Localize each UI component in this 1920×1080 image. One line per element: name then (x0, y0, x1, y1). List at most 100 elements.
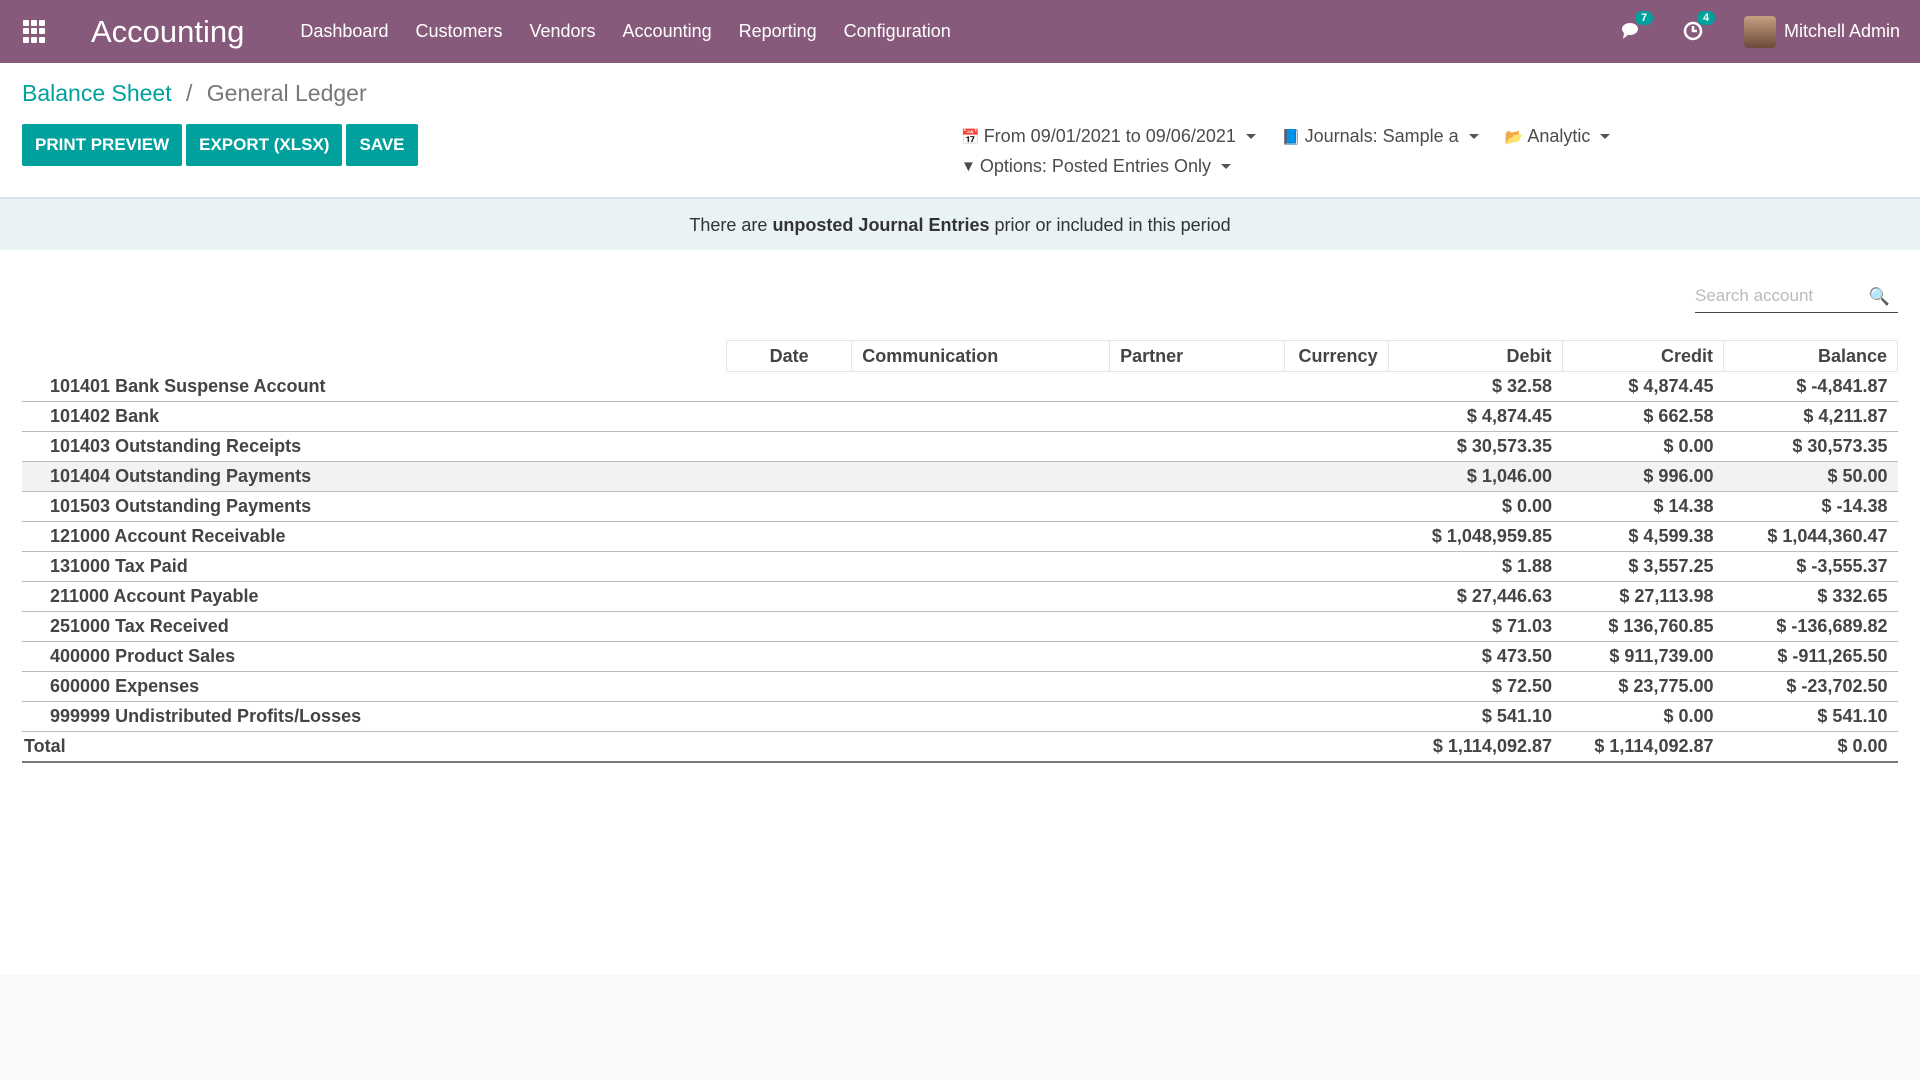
action-buttons: PRINT PREVIEW EXPORT (XLSX) SAVE (22, 124, 422, 166)
account-name[interactable]: 999999 Undistributed Profits/Losses (22, 701, 1389, 732)
search-input[interactable] (1695, 282, 1855, 306)
balance-cell: $ 541.10 (1723, 701, 1898, 732)
credit-cell: $ 23,775.00 (1562, 671, 1724, 702)
balance-cell: $ -136,689.82 (1723, 611, 1898, 642)
journals-filter[interactable]: 📘 Journals: Sample a (1282, 126, 1479, 147)
folder-icon: 📂 (1504, 128, 1524, 146)
activities-button[interactable]: 4 (1682, 10, 1716, 44)
header-credit: Credit (1561, 340, 1724, 372)
balance-cell: $ 30,573.35 (1723, 431, 1898, 462)
menu-item-vendors[interactable]: Vendors (529, 21, 595, 42)
table-row[interactable]: 131000 Tax Paid $ 1.88 $ 3,557.25 $ -3,5… (22, 551, 1898, 582)
account-name[interactable]: 131000 Tax Paid (22, 551, 1389, 582)
chevron-down-icon (1600, 134, 1611, 139)
table-row[interactable]: 101402 Bank $ 4,874.45 $ 662.58 $ 4,211.… (22, 401, 1898, 432)
header-blank (22, 341, 727, 372)
messages-button[interactable]: 7 (1620, 10, 1654, 44)
table-row[interactable]: 121000 Account Receivable $ 1,048,959.85… (22, 521, 1898, 552)
total-label: Total (22, 731, 1389, 763)
table-row[interactable]: 101403 Outstanding Receipts $ 30,573.35 … (22, 431, 1898, 462)
header-communication: Communication (851, 340, 1111, 372)
user-menu[interactable]: Mitchell Admin (1784, 21, 1900, 42)
menu-item-dashboard[interactable]: Dashboard (300, 21, 388, 42)
main-menu: Dashboard Customers Vendors Accounting R… (300, 21, 977, 42)
avatar[interactable] (1743, 15, 1776, 48)
account-name[interactable]: 211000 Account Payable (22, 581, 1389, 612)
debit-cell: $ 1,048,959.85 (1388, 521, 1562, 552)
chevron-down-icon (1468, 134, 1479, 139)
report-content: 🔍 Date Communication Partner Currency De… (0, 250, 1920, 975)
debit-cell: $ 541.10 (1388, 701, 1562, 732)
breadcrumb-balance-sheet[interactable]: Balance Sheet (22, 80, 172, 106)
credit-cell: $ 14.38 (1562, 491, 1724, 522)
total-balance: $ 0.00 (1723, 731, 1898, 763)
debit-cell: $ 71.03 (1388, 611, 1562, 642)
header-currency: Currency (1284, 340, 1389, 372)
balance-cell: $ -14.38 (1723, 491, 1898, 522)
account-name[interactable]: 101503 Outstanding Payments (22, 491, 1389, 522)
table-row[interactable]: 101503 Outstanding Payments $ 0.00 $ 14.… (22, 491, 1898, 522)
table-row[interactable]: 211000 Account Payable $ 27,446.63 $ 27,… (22, 581, 1898, 612)
date-filter[interactable]: 📅 From 09/01/2021 to 09/06/2021 (961, 126, 1256, 147)
account-name[interactable]: 251000 Tax Received (22, 611, 1389, 642)
save-button[interactable]: SAVE (346, 124, 418, 166)
account-name[interactable]: 101401 Bank Suspense Account (22, 371, 1389, 402)
account-name[interactable]: 600000 Expenses (22, 671, 1389, 702)
table-row[interactable]: 999999 Undistributed Profits/Losses $ 54… (22, 701, 1898, 732)
debit-cell: $ 32.58 (1388, 371, 1562, 402)
header-date: Date (726, 340, 853, 372)
account-name[interactable]: 101402 Bank (22, 401, 1389, 432)
apps-menu-icon[interactable] (23, 20, 46, 43)
credit-cell: $ 0.00 (1562, 701, 1724, 732)
credit-cell: $ 0.00 (1562, 431, 1724, 462)
debit-cell: $ 1,046.00 (1388, 461, 1562, 492)
breadcrumb: Balance Sheet / General Ledger (22, 80, 367, 107)
app-brand[interactable]: Accounting (91, 14, 244, 50)
unposted-entries-link[interactable]: unposted Journal Entries (772, 215, 989, 236)
print-preview-button[interactable]: PRINT PREVIEW (22, 124, 183, 166)
balance-cell: $ -23,702.50 (1723, 671, 1898, 702)
menu-item-accounting[interactable]: Accounting (623, 21, 712, 42)
debit-cell: $ 72.50 (1388, 671, 1562, 702)
table-row[interactable]: 400000 Product Sales $ 473.50 $ 911,739.… (22, 641, 1898, 672)
account-name[interactable]: 101404 Outstanding Payments (22, 461, 1389, 492)
menu-item-reporting[interactable]: Reporting (739, 21, 817, 42)
table-row[interactable]: 101404 Outstanding Payments $ 1,046.00 $… (22, 461, 1898, 492)
balance-cell: $ -4,841.87 (1723, 371, 1898, 402)
menu-item-configuration[interactable]: Configuration (844, 21, 951, 42)
date-filter-label: From 09/01/2021 to 09/06/2021 (983, 126, 1236, 146)
account-name[interactable]: 121000 Account Receivable (22, 521, 1389, 552)
balance-cell: $ -911,265.50 (1723, 641, 1898, 672)
account-name[interactable]: 400000 Product Sales (22, 641, 1389, 672)
balance-cell: $ 4,211.87 (1723, 401, 1898, 432)
export-xlsx-button[interactable]: EXPORT (XLSX) (186, 124, 343, 166)
journals-filter-label: Journals: Sample a (1304, 126, 1459, 146)
analytic-filter[interactable]: 📂 Analytic (1505, 126, 1611, 147)
total-row: Total $ 1,114,092.87 $ 1,114,092.87 $ 0.… (22, 731, 1898, 763)
credit-cell: $ 136,760.85 (1562, 611, 1724, 642)
header-debit: Debit (1387, 340, 1563, 372)
systray: 7 4 Mitchell Admin (1620, 0, 1900, 63)
calendar-icon: 📅 (961, 128, 980, 146)
options-filter[interactable]: ▼ Options: Posted Entries Only (961, 156, 1231, 177)
debit-cell: $ 1.88 (1388, 551, 1562, 582)
alert-prefix: There are (689, 214, 768, 235)
table-row[interactable]: 600000 Expenses $ 72.50 $ 23,775.00 $ -2… (22, 671, 1898, 702)
credit-cell: $ 4,874.45 (1562, 371, 1724, 402)
debit-cell: $ 30,573.35 (1388, 431, 1562, 462)
account-name[interactable]: 101403 Outstanding Receipts (22, 431, 1389, 462)
debit-cell: $ 473.50 (1388, 641, 1562, 672)
search-account: 🔍 (1695, 282, 1898, 313)
analytic-filter-label: Analytic (1527, 126, 1591, 146)
breadcrumb-separator: / (186, 80, 193, 106)
table-row[interactable]: 101401 Bank Suspense Account $ 32.58 $ 4… (22, 371, 1898, 402)
debit-cell: $ 4,874.45 (1388, 401, 1562, 432)
credit-cell: $ 3,557.25 (1562, 551, 1724, 582)
menu-item-customers[interactable]: Customers (415, 21, 502, 42)
table-row[interactable]: 251000 Tax Received $ 71.03 $ 136,760.85… (22, 611, 1898, 642)
search-icon[interactable]: 🔍 (1869, 287, 1890, 307)
report-filters: 📅 From 09/01/2021 to 09/06/2021 📘 Journa… (961, 126, 1636, 186)
book-icon: 📘 (1281, 128, 1301, 146)
unposted-entries-alert: There are unposted Journal Entries prior… (0, 198, 1920, 252)
total-credit: $ 1,114,092.87 (1562, 731, 1724, 763)
